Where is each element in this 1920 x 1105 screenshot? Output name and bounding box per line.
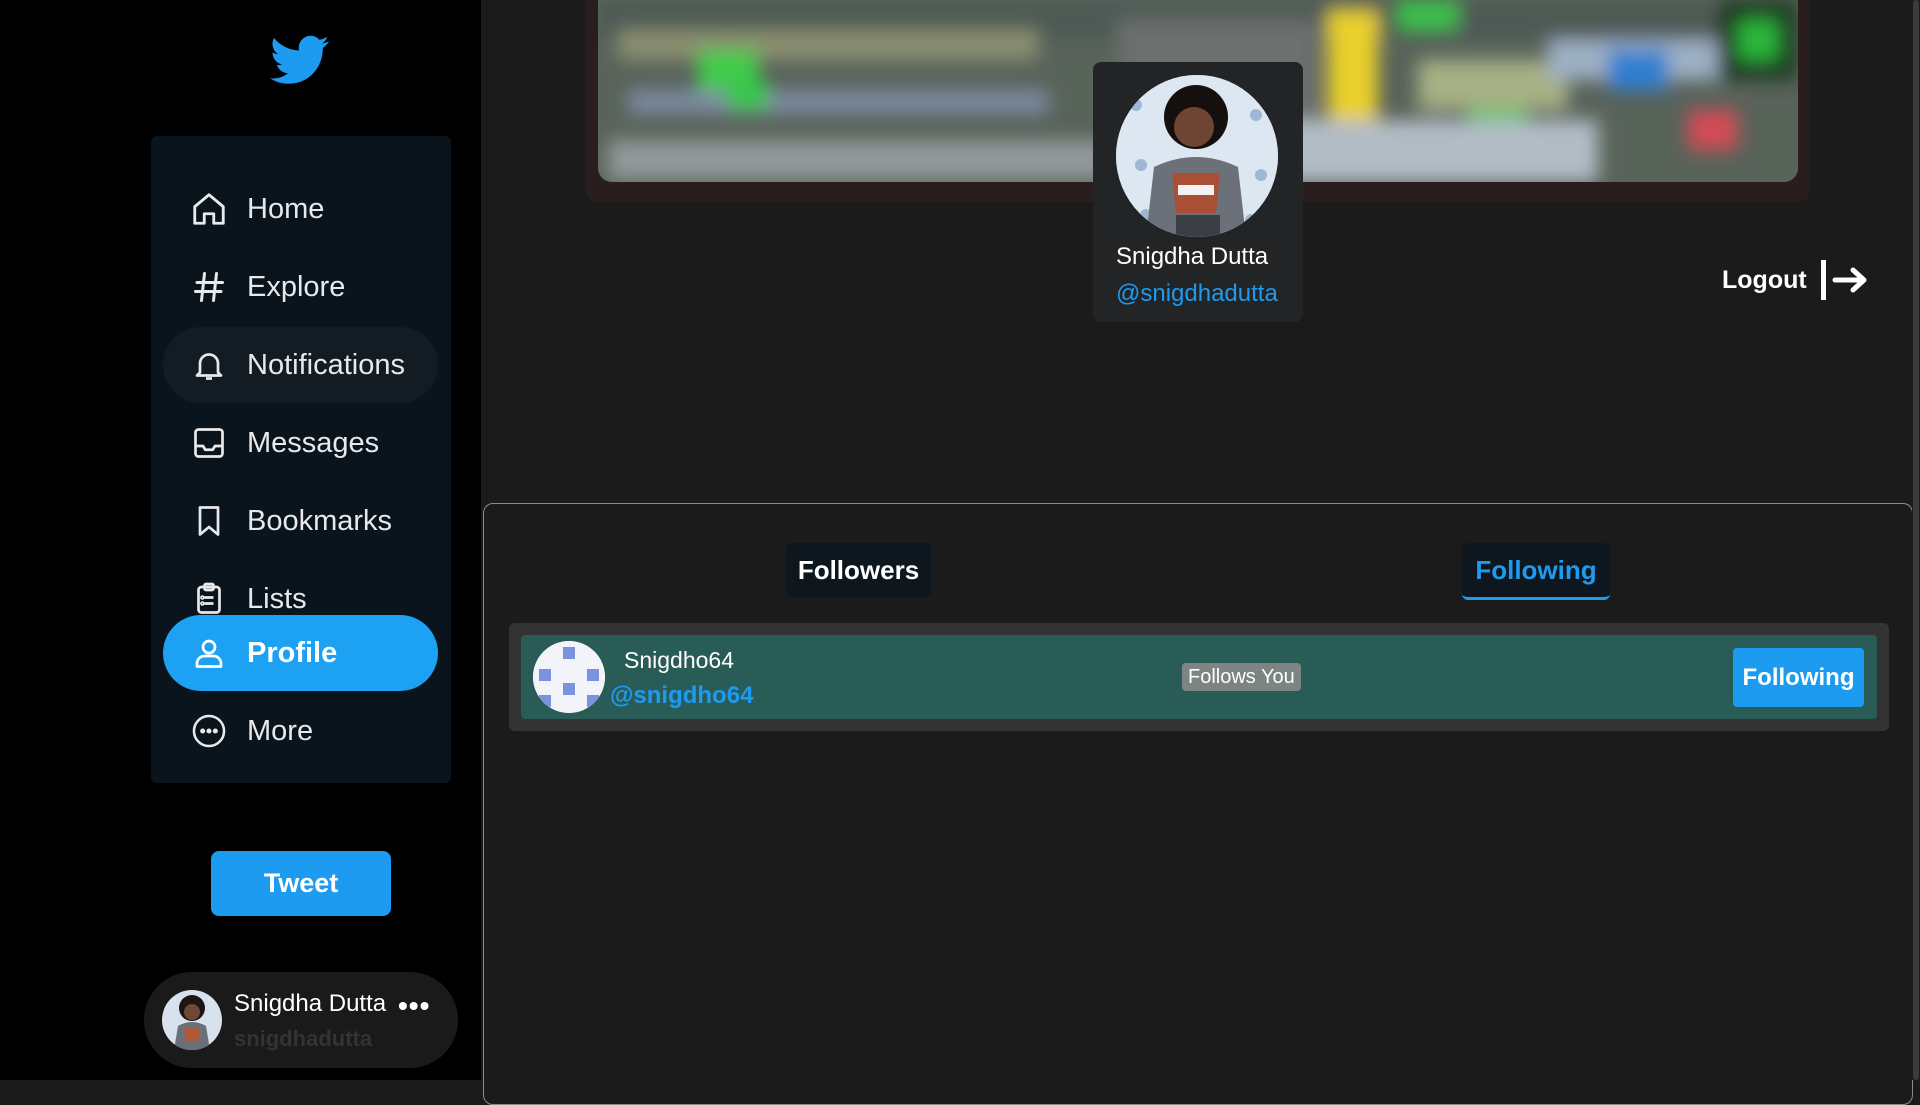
home-icon: [189, 189, 229, 229]
logout-button[interactable]: Logout: [1722, 258, 1871, 302]
tab-following[interactable]: Following: [1462, 543, 1610, 600]
logout-label: Logout: [1722, 265, 1807, 294]
follows-you-badge: Follows You: [1182, 663, 1301, 691]
list-item-handle[interactable]: @snigdho64: [610, 682, 753, 710]
nav-item-messages[interactable]: Messages: [163, 405, 438, 481]
nav-item-more[interactable]: More: [163, 693, 438, 769]
tab-followers[interactable]: Followers: [786, 543, 931, 597]
list-icon: [189, 579, 229, 619]
scrollbar-thumb[interactable]: [1913, 0, 1919, 1080]
nav-label-profile: Profile: [247, 636, 338, 669]
inbox-icon: [189, 423, 229, 463]
nav-label-explore: Explore: [247, 270, 346, 303]
nav-label-notifications: Notifications: [247, 348, 405, 381]
nav-menu: Home Explore Notifications Messages Book…: [151, 136, 451, 783]
more-circle-icon: [189, 711, 229, 751]
profile-avatar[interactable]: [1116, 75, 1278, 237]
more-options-icon[interactable]: •••: [398, 990, 430, 1022]
nav-item-profile[interactable]: Profile: [163, 615, 438, 691]
nav-item-bookmarks[interactable]: Bookmarks: [163, 483, 438, 559]
avatar[interactable]: [533, 641, 605, 713]
nav-item-notifications[interactable]: Notifications: [163, 327, 438, 403]
twitter-logo-icon[interactable]: [268, 30, 332, 90]
following-button[interactable]: Following: [1733, 648, 1864, 707]
bell-icon: [189, 345, 229, 385]
bookmark-icon: [189, 501, 229, 541]
nav-label-bookmarks: Bookmarks: [247, 504, 393, 537]
nav-item-explore[interactable]: Explore: [163, 249, 438, 325]
profile-name: Snigdha Dutta: [1116, 243, 1269, 270]
account-handle: snigdhadutta: [234, 1026, 373, 1051]
profile-handle: @snigdhadutta: [1116, 280, 1278, 307]
logout-icon: [1820, 260, 1867, 300]
connections-panel: [483, 503, 1913, 1105]
avatar: [162, 990, 222, 1050]
list-item-name: Snigdho64: [624, 647, 734, 673]
user-icon: [189, 633, 229, 673]
account-name: Snigdha Dutta: [234, 990, 387, 1017]
nav-label-more: More: [247, 714, 314, 747]
sidebar: Home Explore Notifications Messages Book…: [0, 0, 481, 1080]
hashtag-icon: [189, 267, 229, 307]
tweet-button[interactable]: Tweet: [211, 851, 391, 916]
nav-item-home[interactable]: Home: [163, 171, 438, 247]
nav-label-lists: Lists: [247, 582, 307, 615]
account-switcher[interactable]: Snigdha Dutta snigdhadutta •••: [144, 972, 458, 1068]
nav-label-messages: Messages: [247, 426, 380, 459]
nav-label-home: Home: [247, 192, 325, 225]
